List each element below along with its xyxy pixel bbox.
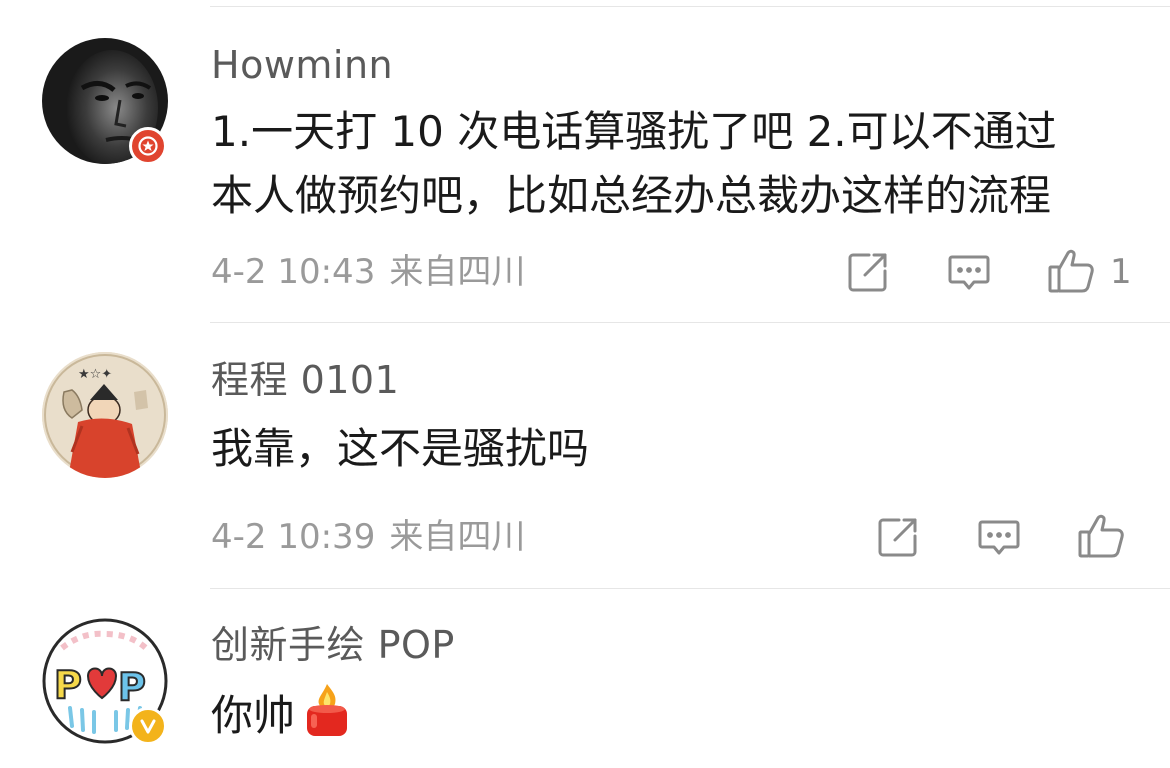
timestamp: 4-2 10:43 <box>211 252 376 292</box>
comment-text-line: 1.一天打 10 次电话算骚扰了吧 2.可以不通过 <box>211 107 1057 156</box>
username[interactable]: 程程 0101 <box>211 357 399 403</box>
comment-text: 你帅 <box>211 682 1141 756</box>
username[interactable]: 创新手绘 POP <box>211 622 455 668</box>
comment-icon[interactable] <box>976 514 1022 560</box>
thumbs-up-icon[interactable] <box>1046 247 1096 295</box>
location: 来自四川 <box>389 252 526 292</box>
comment-text: 1.一天打 10 次电话算骚扰了吧 2.可以不通过 本人做预约吧，比如总经办总裁… <box>211 100 1141 228</box>
comment-text: 我靠，这不是骚扰吗 <box>211 417 1141 481</box>
comment-meta: 4-2 10:39 来自四川 <box>211 517 525 557</box>
red-star-badge-icon <box>129 127 167 165</box>
like-count: 1 <box>1110 252 1132 292</box>
top-divider <box>210 6 1170 7</box>
timestamp: 4-2 10:39 <box>211 517 376 557</box>
comment-text-line: 本人做预约吧，比如总经办总裁办这样的流程 <box>211 171 1052 220</box>
thumbs-up-icon[interactable] <box>1076 512 1126 560</box>
username[interactable]: Howminn <box>211 42 393 88</box>
comment-icon[interactable] <box>946 249 992 295</box>
share-icon[interactable] <box>875 514 921 560</box>
comment-text-line: 我靠，这不是骚扰吗 <box>211 424 590 473</box>
yellow-v-verified-icon <box>129 707 167 745</box>
svg-text:P: P <box>54 663 82 707</box>
comment-text-line: 你帅 <box>211 691 296 740</box>
comment-divider <box>210 322 1170 323</box>
fire-emoji <box>303 682 351 756</box>
svg-text:P: P <box>118 665 146 709</box>
avatar[interactable]: ★☆✦ <box>42 352 168 478</box>
comment-divider <box>210 588 1170 589</box>
svg-text:★☆✦: ★☆✦ <box>78 367 112 382</box>
comment-meta: 4-2 10:43 来自四川 <box>211 252 525 292</box>
location: 来自四川 <box>389 517 526 557</box>
share-icon[interactable] <box>845 249 891 295</box>
